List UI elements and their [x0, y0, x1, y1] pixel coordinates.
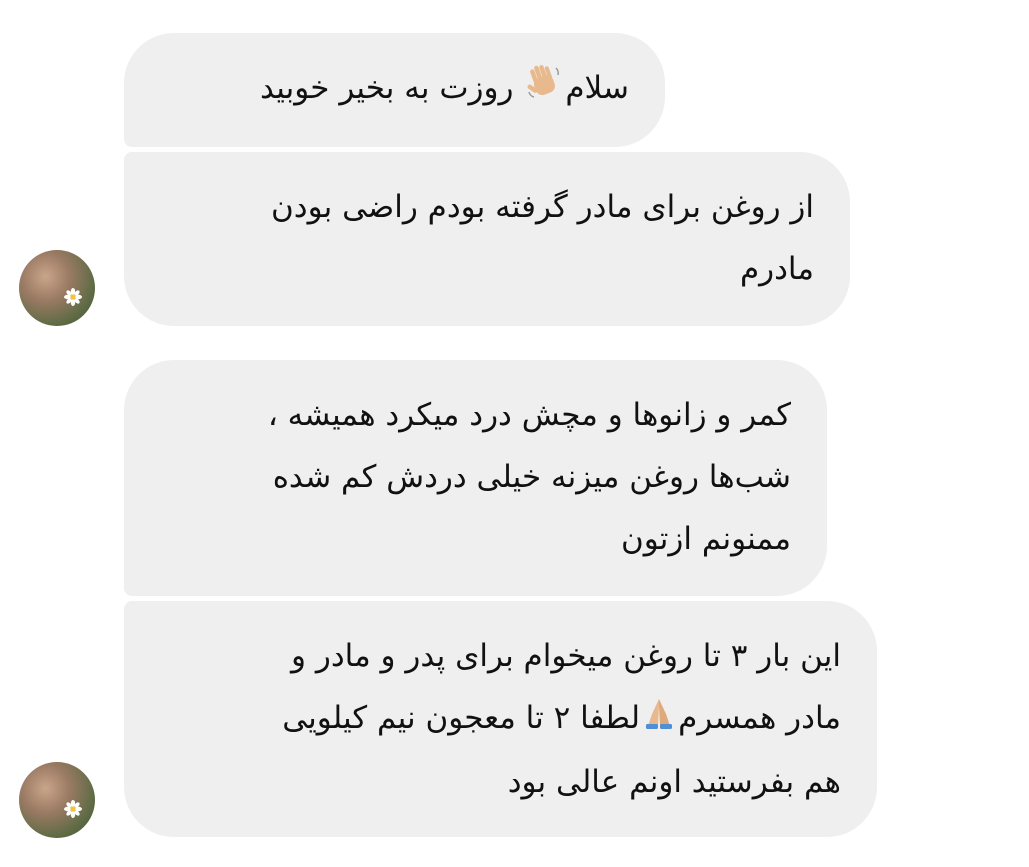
waving-hand-icon	[525, 59, 563, 121]
message-line: شب‌ها روغن میزنه خیلی دردش کم شده	[272, 459, 791, 495]
message-bubble[interactable]: سلام روزت به بخیر خوبید	[124, 33, 665, 147]
message-line: این بار ۳ تا روغن میخوام برای پدر و مادر…	[291, 638, 841, 674]
message-line: ممنونم ازتون	[620, 521, 791, 557]
sender-avatar[interactable]	[19, 250, 95, 326]
message-line: از روغن برای مادر گرفته بودم راضی بودن	[271, 189, 814, 225]
message-bubble[interactable]: این بار ۳ تا روغن میخوام برای پدر و مادر…	[124, 601, 877, 837]
message-text: مادر همسرم	[678, 700, 841, 736]
message-bubble[interactable]: کمر و زانوها و مچش درد میکرد همیشه ، شب‌…	[124, 360, 827, 596]
message-line: کمر و زانوها و مچش درد میکرد همیشه ،	[267, 397, 791, 433]
message-text: لطفا ۲ تا معجون نیم کیلویی	[282, 700, 641, 736]
message-line: هم بفرستید اونم عالی بود	[507, 763, 841, 800]
flower-icon	[64, 800, 82, 818]
folded-hands-icon	[642, 689, 676, 751]
message-line: مادرم	[739, 251, 814, 287]
message-line: مادر همسرم لطفا ۲ تا معجون نیم کیلویی	[160, 687, 841, 751]
message-line: سلام روزت به بخیر خوبید	[160, 57, 629, 121]
flower-icon	[64, 288, 82, 306]
message-text: سلام	[565, 70, 629, 106]
message-text: روزت به بخیر خوبید	[260, 70, 524, 106]
sender-avatar[interactable]	[19, 762, 95, 838]
message-bubble[interactable]: از روغن برای مادر گرفته بودم راضی بودن م…	[124, 152, 850, 326]
